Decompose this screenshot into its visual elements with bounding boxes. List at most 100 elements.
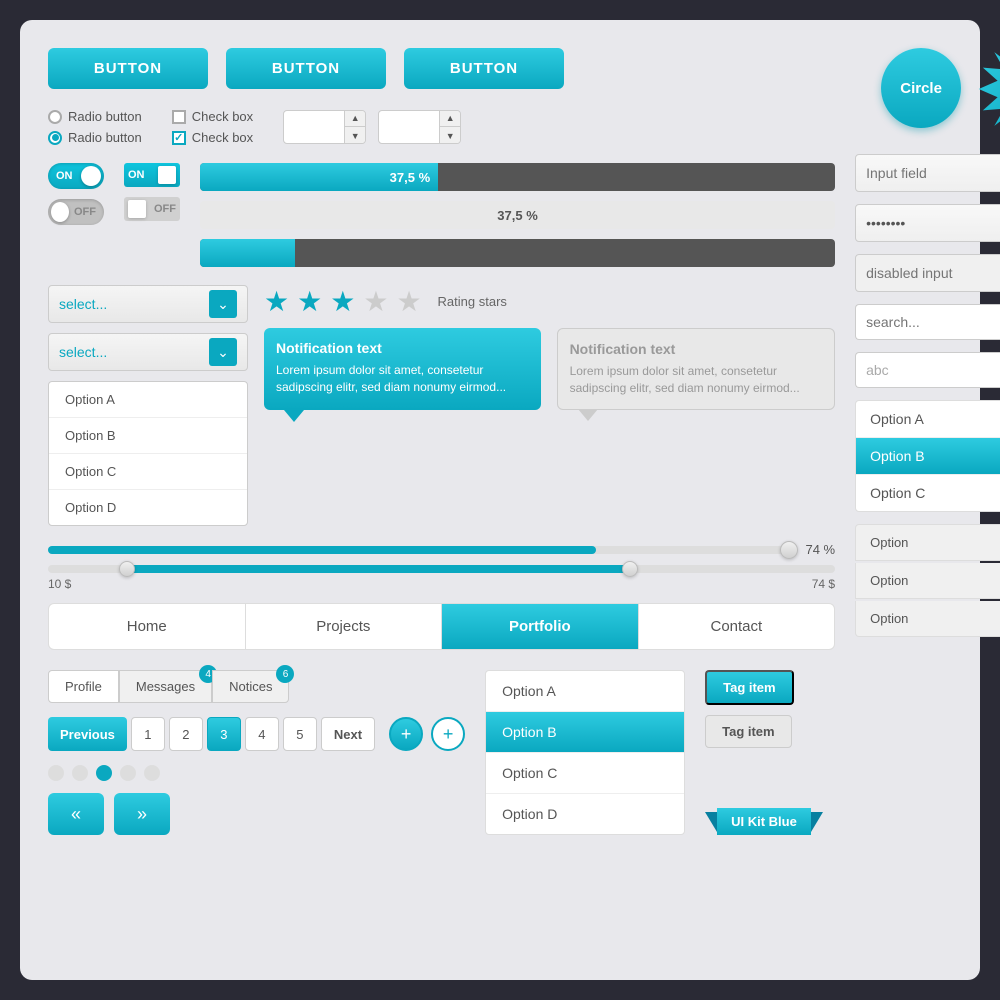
button-3[interactable]: BUTTON [404,48,564,89]
page-prev-btn[interactable]: Previous [48,717,127,751]
spinner-2[interactable]: 4,1 ▲ ▼ [378,110,461,144]
radio-item-2[interactable]: Radio button [48,130,142,145]
button-1[interactable]: BUTTON [48,48,208,89]
right-option-label-1: Option [855,524,1000,561]
tag-item-1[interactable]: Tag item [705,670,794,705]
page-plus-btn[interactable]: + [431,717,465,751]
toggle-on-round[interactable]: ON [48,163,104,189]
radio-group: Radio button Radio button [48,109,142,145]
range-knob-left[interactable] [119,561,135,577]
spinner-2-input[interactable]: 4,1 [379,119,439,135]
range-track[interactable] [48,565,835,573]
page-2-btn[interactable]: 2 [169,717,203,751]
page-next-btn[interactable]: Next [321,717,375,751]
dropdown-item-d[interactable]: Option D [486,794,684,834]
dot-2[interactable] [72,765,88,781]
toggle-rect-knob-on [158,166,176,184]
page-plus-filled-btn[interactable]: + [389,717,423,751]
toggle-off-round[interactable]: OFF [48,199,104,225]
button-2[interactable]: BUTTON [226,48,386,89]
toggles-section: ON OFF [48,163,835,267]
sub-tab-notices[interactable]: Notices 6 [212,670,289,703]
page-1-btn[interactable]: 1 [131,717,165,751]
range-knob-right[interactable] [622,561,638,577]
checkbox-item-1[interactable]: Check box [172,109,253,124]
spinner-1[interactable]: 1000 ▲ ▼ [283,110,366,144]
sub-badge-notices: 6 [276,665,294,683]
toggle-rect-knob-off [128,200,146,218]
nav-tab-contact[interactable]: Contact [639,604,835,649]
listbox-item-0[interactable]: Option A [49,382,247,418]
toggle-off-switch[interactable]: OFF [48,199,104,225]
select-2[interactable]: select... ⌄ [48,333,248,371]
notification-active: Notification text Lorem ipsum dolor sit … [264,328,541,410]
ribbon-left-tail [705,812,717,832]
nav-tab-portfolio[interactable]: Portfolio [442,604,639,649]
right-options-section: Option Option Option [855,524,1000,637]
tags-ribbon-section: Tag item Tag item UI Kit Blue [705,670,835,835]
spinner-1-down[interactable]: ▼ [345,127,365,144]
spinner-2-down[interactable]: ▼ [440,127,460,144]
dot-4[interactable] [120,765,136,781]
page-3-btn[interactable]: 3 [207,717,241,751]
toggle-on-rect-switch[interactable]: ON [124,163,180,187]
password-field[interactable] [855,204,1000,242]
search-field-1[interactable] [855,304,1000,340]
radio-item-1[interactable]: Radio button [48,109,142,124]
listbox-item-3[interactable]: Option D [49,490,247,525]
toggle-on-switch[interactable]: ON [48,163,104,189]
star-4[interactable]: ★ [363,285,388,318]
listbox: Option A Option B Option C Option D [48,381,248,526]
arrow-prev-btn[interactable]: « [48,793,104,835]
star-1[interactable]: ★ [264,285,289,318]
radio-label-2: Radio button [68,130,142,145]
tag-item-2[interactable]: Tag item [705,715,792,748]
ribbon-right-tail [811,812,823,832]
toggle-on-rect[interactable]: ON [124,163,180,187]
page-5-btn[interactable]: 5 [283,717,317,751]
dropdown-item-a[interactable]: Option A [486,671,684,712]
spinner-1-input[interactable]: 1000 [284,119,344,135]
right-listbox-item-b[interactable]: Option B [856,438,1000,475]
notification-inactive-title: Notification text [570,341,823,357]
checkbox-item-2[interactable]: Check box [172,130,253,145]
slider-knob-1[interactable] [780,541,798,559]
dot-3[interactable] [96,765,112,781]
select-1[interactable]: select... ⌄ [48,285,248,323]
right-listbox-item-a[interactable]: Option A [856,401,1000,438]
nav-tab-home[interactable]: Home [49,604,246,649]
notification-active-title: Notification text [276,340,529,356]
spinner-1-up[interactable]: ▲ [345,110,365,127]
select-1-arrow: ⌄ [209,290,237,318]
badge-circle: Circle [881,48,961,128]
star-3[interactable]: ★ [330,285,355,318]
checkbox-2 [172,131,186,145]
input-field[interactable] [855,154,1000,192]
listbox-item-1[interactable]: Option B [49,418,247,454]
checkbox-label-2: Check box [192,130,253,145]
listbox-item-2[interactable]: Option C [49,454,247,490]
toggle-off-rect[interactable]: OFF [124,197,180,221]
dropdown-item-b[interactable]: Option B [486,712,684,753]
page-4-btn[interactable]: 4 [245,717,279,751]
right-listbox-item-c[interactable]: Option C [856,475,1000,511]
sub-tab-messages[interactable]: Messages 4 [119,670,212,703]
slider-track-1[interactable] [48,546,789,554]
star-2[interactable]: ★ [297,285,322,318]
range-min-label: 10 $ [48,577,71,591]
dot-1[interactable] [48,765,64,781]
slider-row-1: 74 % [48,542,835,557]
sub-tab-profile[interactable]: Profile [48,670,119,703]
ribbon: UI Kit Blue [717,808,811,835]
star-5[interactable]: ★ [396,285,421,318]
arrow-next-btn[interactable]: » [114,793,170,835]
dot-5[interactable] [144,765,160,781]
dropdown-item-c[interactable]: Option C [486,753,684,794]
search-field-2[interactable] [855,352,1000,388]
spinner-2-up[interactable]: ▲ [440,110,460,127]
nav-tab-projects[interactable]: Projects [246,604,443,649]
progress-fill-3 [200,239,295,267]
toggle-off-rect-switch[interactable]: OFF [124,197,180,221]
dropdown-list-section: Option A Option B Option C Option D [485,670,685,835]
sub-tabs: Profile Messages 4 Notices 6 [48,670,465,703]
